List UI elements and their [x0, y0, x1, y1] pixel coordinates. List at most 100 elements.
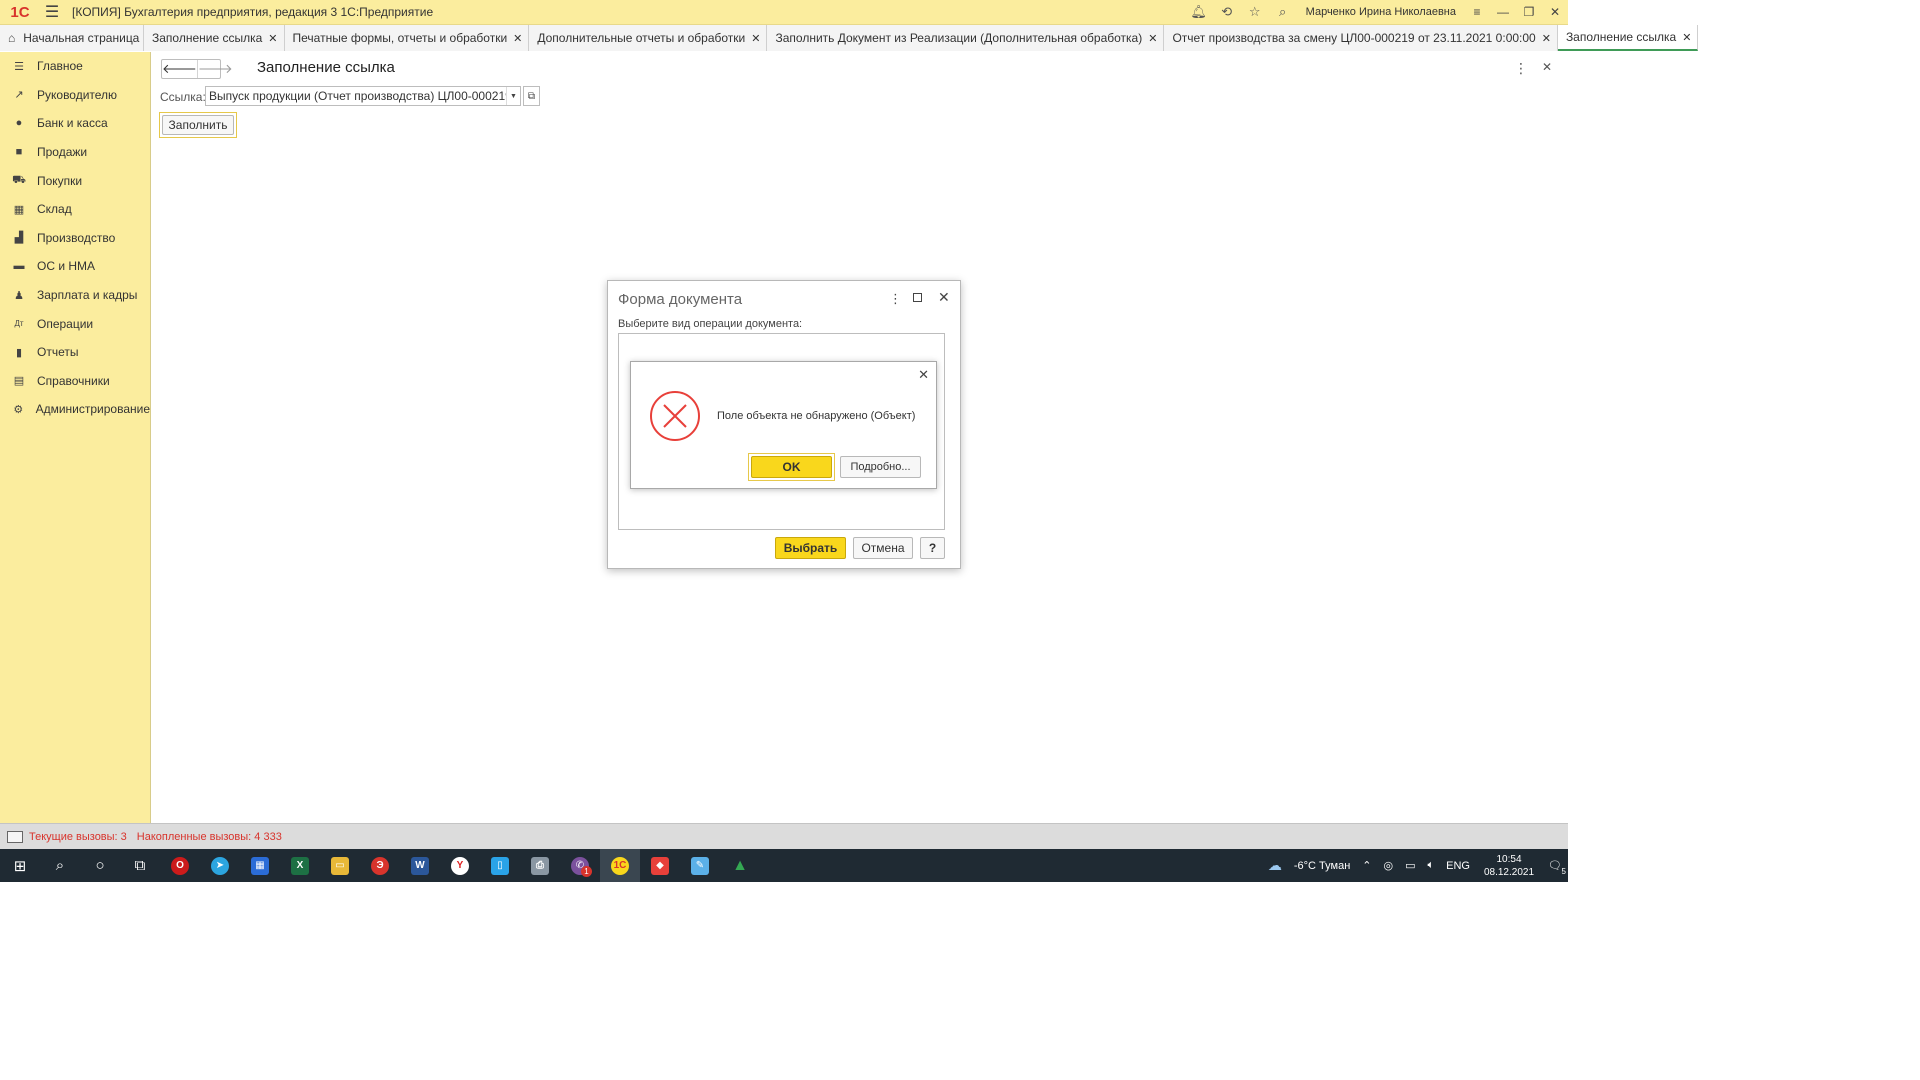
- sidebar-item-label: Склад: [37, 202, 72, 217]
- fill-button[interactable]: Заполнить: [159, 112, 237, 138]
- close-form-icon[interactable]: ✕: [1542, 60, 1552, 74]
- sidebar-item-sales[interactable]: ■ Продажи: [0, 138, 150, 167]
- tab-fill-link-active[interactable]: Заполнение ссылка ✕: [1557, 25, 1699, 51]
- clock[interactable]: 10:54 08.12.2021: [1484, 853, 1534, 879]
- link-field[interactable]: Выпуск продукции (Отчет производства) ЦЛ…: [205, 86, 521, 106]
- telegram-icon[interactable]: ➤: [200, 849, 240, 882]
- volume-icon[interactable]: 🔈︎: [1428, 859, 1435, 872]
- close-window-icon[interactable]: ✕: [1542, 1, 1568, 23]
- phone-app-icon[interactable]: ▯: [480, 849, 520, 882]
- ok-button[interactable]: OK: [748, 453, 835, 481]
- anydesk-icon[interactable]: Э: [360, 849, 400, 882]
- error-message-box: ✕ Поле объекта не обнаружено (Объект) OK…: [630, 361, 937, 489]
- more-actions-icon[interactable]: ⋮: [1514, 60, 1528, 77]
- tab-production-report[interactable]: Отчет производства за смену ЦЛ00-000219 …: [1164, 25, 1558, 51]
- windows-start-icon[interactable]: ⊞: [0, 849, 40, 882]
- sidebar-item-directories[interactable]: ▤ Справочники: [0, 367, 150, 396]
- tab-close-icon[interactable]: ✕: [513, 32, 522, 45]
- store-icon[interactable]: ▦: [240, 849, 280, 882]
- tab-close-icon[interactable]: ✕: [1682, 31, 1691, 44]
- word-icon[interactable]: W: [400, 849, 440, 882]
- link-field-value[interactable]: Выпуск продукции (Отчет производства) ЦЛ…: [206, 87, 506, 105]
- sidebar-item-operations[interactable]: Дт Операции: [0, 309, 150, 338]
- dialog-more-icon[interactable]: ⋮: [889, 291, 902, 307]
- tab-additional-reports[interactable]: Дополнительные отчеты и обработки ✕: [529, 25, 768, 51]
- opera-icon[interactable]: O: [160, 849, 200, 882]
- sidebar-item-manager[interactable]: ↗ Руководителю: [0, 81, 150, 110]
- dialog-maximize-icon[interactable]: [913, 293, 922, 302]
- sidebar-item-main[interactable]: ☰ Главное: [0, 52, 150, 81]
- tab-close-icon[interactable]: ✕: [268, 32, 277, 45]
- sidebar-item-salary[interactable]: ♟ Зарплата и кадры: [0, 281, 150, 310]
- yandex-browser-icon[interactable]: Y: [440, 849, 480, 882]
- settings-menu-icon[interactable]: ≡: [1464, 1, 1490, 23]
- anydesk-red-icon[interactable]: ◆: [640, 849, 680, 882]
- sidebar-item-label: Покупки: [37, 173, 83, 188]
- sidebar-item-bank[interactable]: ● Банк и касса: [0, 109, 150, 138]
- sidebar-item-assets[interactable]: ▬ ОС и НМА: [0, 252, 150, 281]
- cortana-icon[interactable]: ○: [80, 849, 120, 882]
- sidebar-item-administration[interactable]: ⚙ Администрирование: [0, 395, 150, 424]
- forward-arrow-icon[interactable]: 🡒: [196, 60, 233, 78]
- sidebar-item-reports[interactable]: ▮ Отчеты: [0, 338, 150, 367]
- notepad-icon[interactable]: ✎: [680, 849, 720, 882]
- details-button[interactable]: Подробно...: [840, 456, 921, 478]
- tab-close-icon[interactable]: ✕: [1148, 32, 1157, 45]
- printer-icon[interactable]: ⎙: [520, 849, 560, 882]
- viber-icon[interactable]: ✆ 1: [560, 849, 600, 882]
- minimize-icon[interactable]: —: [1490, 1, 1516, 23]
- trend-icon: ↗: [14, 89, 24, 102]
- restore-icon[interactable]: ❐: [1516, 1, 1542, 23]
- tab-close-icon[interactable]: ✕: [751, 32, 760, 45]
- dropdown-arrow-icon[interactable]: ▼: [506, 87, 520, 105]
- tray-expand-icon[interactable]: ⌃: [1362, 859, 1371, 872]
- sidebar: ☰ Главное ↗ Руководителю ● Банк и касса ■ Пр…: [0, 52, 151, 823]
- weather-icon[interactable]: ☁: [1268, 857, 1282, 874]
- error-close-icon[interactable]: ✕: [918, 367, 929, 383]
- dialog-close-icon[interactable]: ✕: [938, 289, 950, 306]
- sidebar-item-label: Продажи: [37, 145, 88, 160]
- language-indicator[interactable]: ENG: [1446, 860, 1470, 872]
- sidebar-item-warehouse[interactable]: ▦ Склад: [0, 195, 150, 224]
- history-icon[interactable]: ⟲: [1216, 1, 1238, 23]
- network-icon[interactable]: ▭: [1405, 859, 1415, 872]
- task-view-icon[interactable]: ⧉: [120, 849, 160, 882]
- warehouse-icon: ▦: [13, 203, 25, 216]
- sidebar-item-production[interactable]: ▟ Производство: [0, 224, 150, 253]
- dialog-title: Форма документа: [618, 291, 743, 308]
- notifications-icon[interactable]: 🗨︎ 5: [1548, 859, 1566, 876]
- tab-home[interactable]: ⌂ Начальная страница: [0, 25, 144, 51]
- 1c-logo[interactable]: 1С: [0, 0, 40, 25]
- open-link-icon[interactable]: ⧉: [523, 86, 540, 106]
- accumulated-calls: Накопленные вызовы: 4 333: [136, 830, 282, 843]
- user-name[interactable]: Марченко Ирина Николаевна: [1306, 6, 1456, 18]
- tab-print-forms[interactable]: Печатные формы, отчеты и обработки ✕: [284, 25, 530, 51]
- help-button[interactable]: ?: [920, 537, 945, 559]
- cancel-button[interactable]: Отмена: [853, 537, 913, 559]
- main-menu-icon[interactable]: ☰: [40, 2, 64, 22]
- 1c-app-icon[interactable]: 1С: [600, 849, 640, 882]
- search-icon[interactable]: ⌕: [40, 849, 80, 882]
- search-icon[interactable]: ⌕: [1272, 1, 1294, 23]
- window-title: [КОПИЯ] Бухгалтерия предприятия, редакци…: [72, 5, 434, 19]
- history-nav: 🡐 🡒: [161, 59, 233, 79]
- tab-fill-link-1[interactable]: Заполнение ссылка ✕: [144, 25, 285, 51]
- performance-icon[interactable]: [7, 830, 23, 843]
- viber-badge: 1: [581, 866, 592, 877]
- tab-close-icon[interactable]: ✕: [1542, 32, 1551, 45]
- excel-icon[interactable]: X: [280, 849, 320, 882]
- home-icon: ⌂: [8, 31, 16, 45]
- bell-icon[interactable]: 🔔︎: [1188, 1, 1210, 23]
- star-icon[interactable]: ☆: [1244, 1, 1266, 23]
- back-arrow-icon[interactable]: 🡐: [162, 60, 197, 78]
- weather-text[interactable]: -6°C Туман: [1294, 860, 1350, 872]
- sidebar-item-purchases[interactable]: ⛟ Покупки: [0, 166, 150, 195]
- select-button[interactable]: Выбрать: [775, 537, 846, 559]
- error-message: Поле объекта не обнаружено (Объект): [717, 410, 916, 422]
- factory-icon: ▟: [14, 232, 24, 245]
- tab-fill-document[interactable]: Заполнить Документ из Реализации (Дополн…: [767, 25, 1165, 51]
- camera-icon[interactable]: ◎: [1384, 859, 1394, 872]
- sidebar-item-label: Производство: [37, 230, 116, 245]
- file-explorer-icon[interactable]: ▭: [320, 849, 360, 882]
- google-drive-icon[interactable]: ▲: [720, 849, 760, 882]
